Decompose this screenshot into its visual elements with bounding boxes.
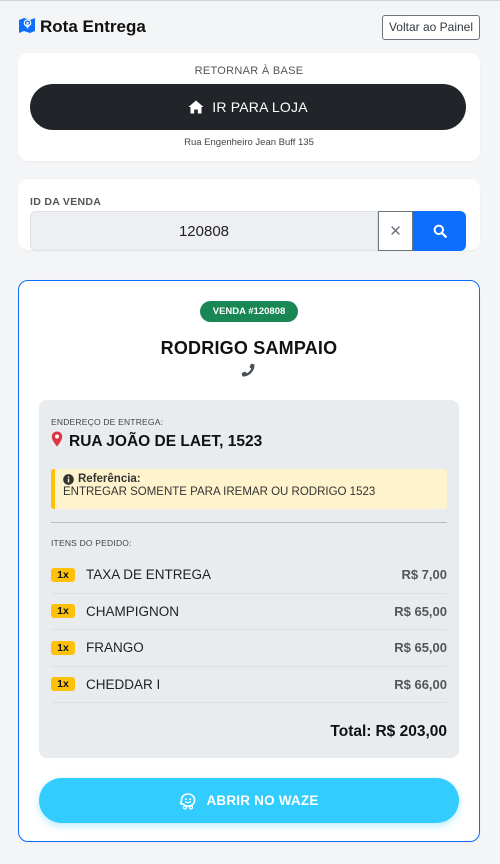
divider	[51, 522, 447, 523]
list-item: 1x FRANGO R$ 65,00	[51, 630, 447, 667]
reference-text: ENTREGAR SOMENTE PARA IREMAR OU RODRIGO …	[63, 486, 376, 498]
order-card: VENDA #120808 RODRIGO SAMPAIO ENDEREÇO D…	[18, 280, 480, 842]
item-price: R$ 7,00	[401, 567, 447, 583]
list-item: 1x CHEDDAR I R$ 66,00	[51, 667, 447, 703]
info-icon	[63, 473, 74, 485]
sale-id-input[interactable]	[30, 211, 378, 251]
item-name: FRANGO	[86, 640, 144, 656]
delivery-address: RUA JOÃO DE LAET, 1523	[51, 431, 263, 451]
item-price: R$ 65,00	[394, 603, 447, 619]
item-name: CHEDDAR I	[86, 676, 161, 692]
app-title: Rota Entrega	[40, 17, 146, 36]
delivery-details: ENDEREÇO DE ENTREGA: RUA JOÃO DE LAET, 1…	[39, 400, 459, 758]
top-border	[0, 0, 500, 1]
order-items-list: 1x TAXA DE ENTREGA R$ 7,00 1x CHAMPIGNON…	[51, 557, 447, 703]
map-icon	[18, 16, 36, 39]
back-to-dashboard-button[interactable]: Voltar ao Painel	[381, 14, 480, 40]
sale-id-card: ID DA VENDA ✕	[18, 179, 480, 251]
close-icon: ✕	[389, 223, 402, 240]
search-button[interactable]	[413, 211, 466, 251]
quantity-badge: 1x	[51, 677, 75, 692]
reference-note: Referência: ENTREGAR SOMENTE PARA IREMAR…	[51, 469, 447, 509]
reference-title: Referência:	[78, 473, 141, 485]
open-waze-button[interactable]: ABRIR NO WAZE	[39, 778, 459, 823]
list-item: 1x CHAMPIGNON R$ 65,00	[51, 594, 447, 630]
item-name: TAXA DE ENTREGA	[86, 567, 212, 583]
search-icon	[433, 224, 447, 238]
order-items-label: ITENS DO PEDIDO:	[51, 538, 132, 548]
store-address: Rua Engenheiro Jean Buff 135	[184, 137, 314, 148]
sale-id-label: ID DA VENDA	[30, 196, 102, 208]
clear-button[interactable]: ✕	[378, 211, 413, 251]
total-value: R$ 203,00	[375, 723, 447, 740]
quantity-badge: 1x	[51, 640, 75, 655]
go-to-store-label: IR PARA LOJA	[212, 99, 308, 115]
item-name: CHAMPIGNON	[86, 603, 180, 619]
quantity-badge: 1x	[51, 567, 75, 582]
item-price: R$ 65,00	[394, 640, 447, 656]
header: Rota Entrega Voltar ao Painel	[18, 14, 480, 40]
brand: Rota Entrega	[18, 16, 146, 39]
order-total: Total: R$ 203,00	[330, 723, 447, 741]
item-price: R$ 66,00	[394, 676, 447, 692]
return-base-card: RETORNAR À BASE IR PARA LOJA Rua Engenhe…	[18, 53, 480, 161]
map-pin-icon	[51, 431, 63, 447]
total-label: Total:	[330, 723, 372, 740]
sale-badge: VENDA #120808	[200, 301, 298, 322]
home-icon	[188, 99, 204, 115]
open-waze-label: ABRIR NO WAZE	[206, 793, 319, 808]
phone-icon[interactable]	[241, 363, 255, 377]
delivery-address-label: ENDEREÇO DE ENTREGA:	[51, 417, 164, 427]
customer-name: RODRIGO SAMPAIO	[160, 338, 338, 358]
return-base-label: RETORNAR À BASE	[194, 65, 304, 77]
delivery-address-text: RUA JOÃO DE LAET, 1523	[69, 433, 263, 450]
go-to-store-button[interactable]: IR PARA LOJA	[30, 84, 466, 130]
waze-icon	[179, 792, 197, 810]
list-item: 1x TAXA DE ENTREGA R$ 7,00	[51, 557, 447, 594]
reference-title-row: Referência:	[63, 473, 439, 485]
quantity-badge: 1x	[51, 604, 75, 619]
